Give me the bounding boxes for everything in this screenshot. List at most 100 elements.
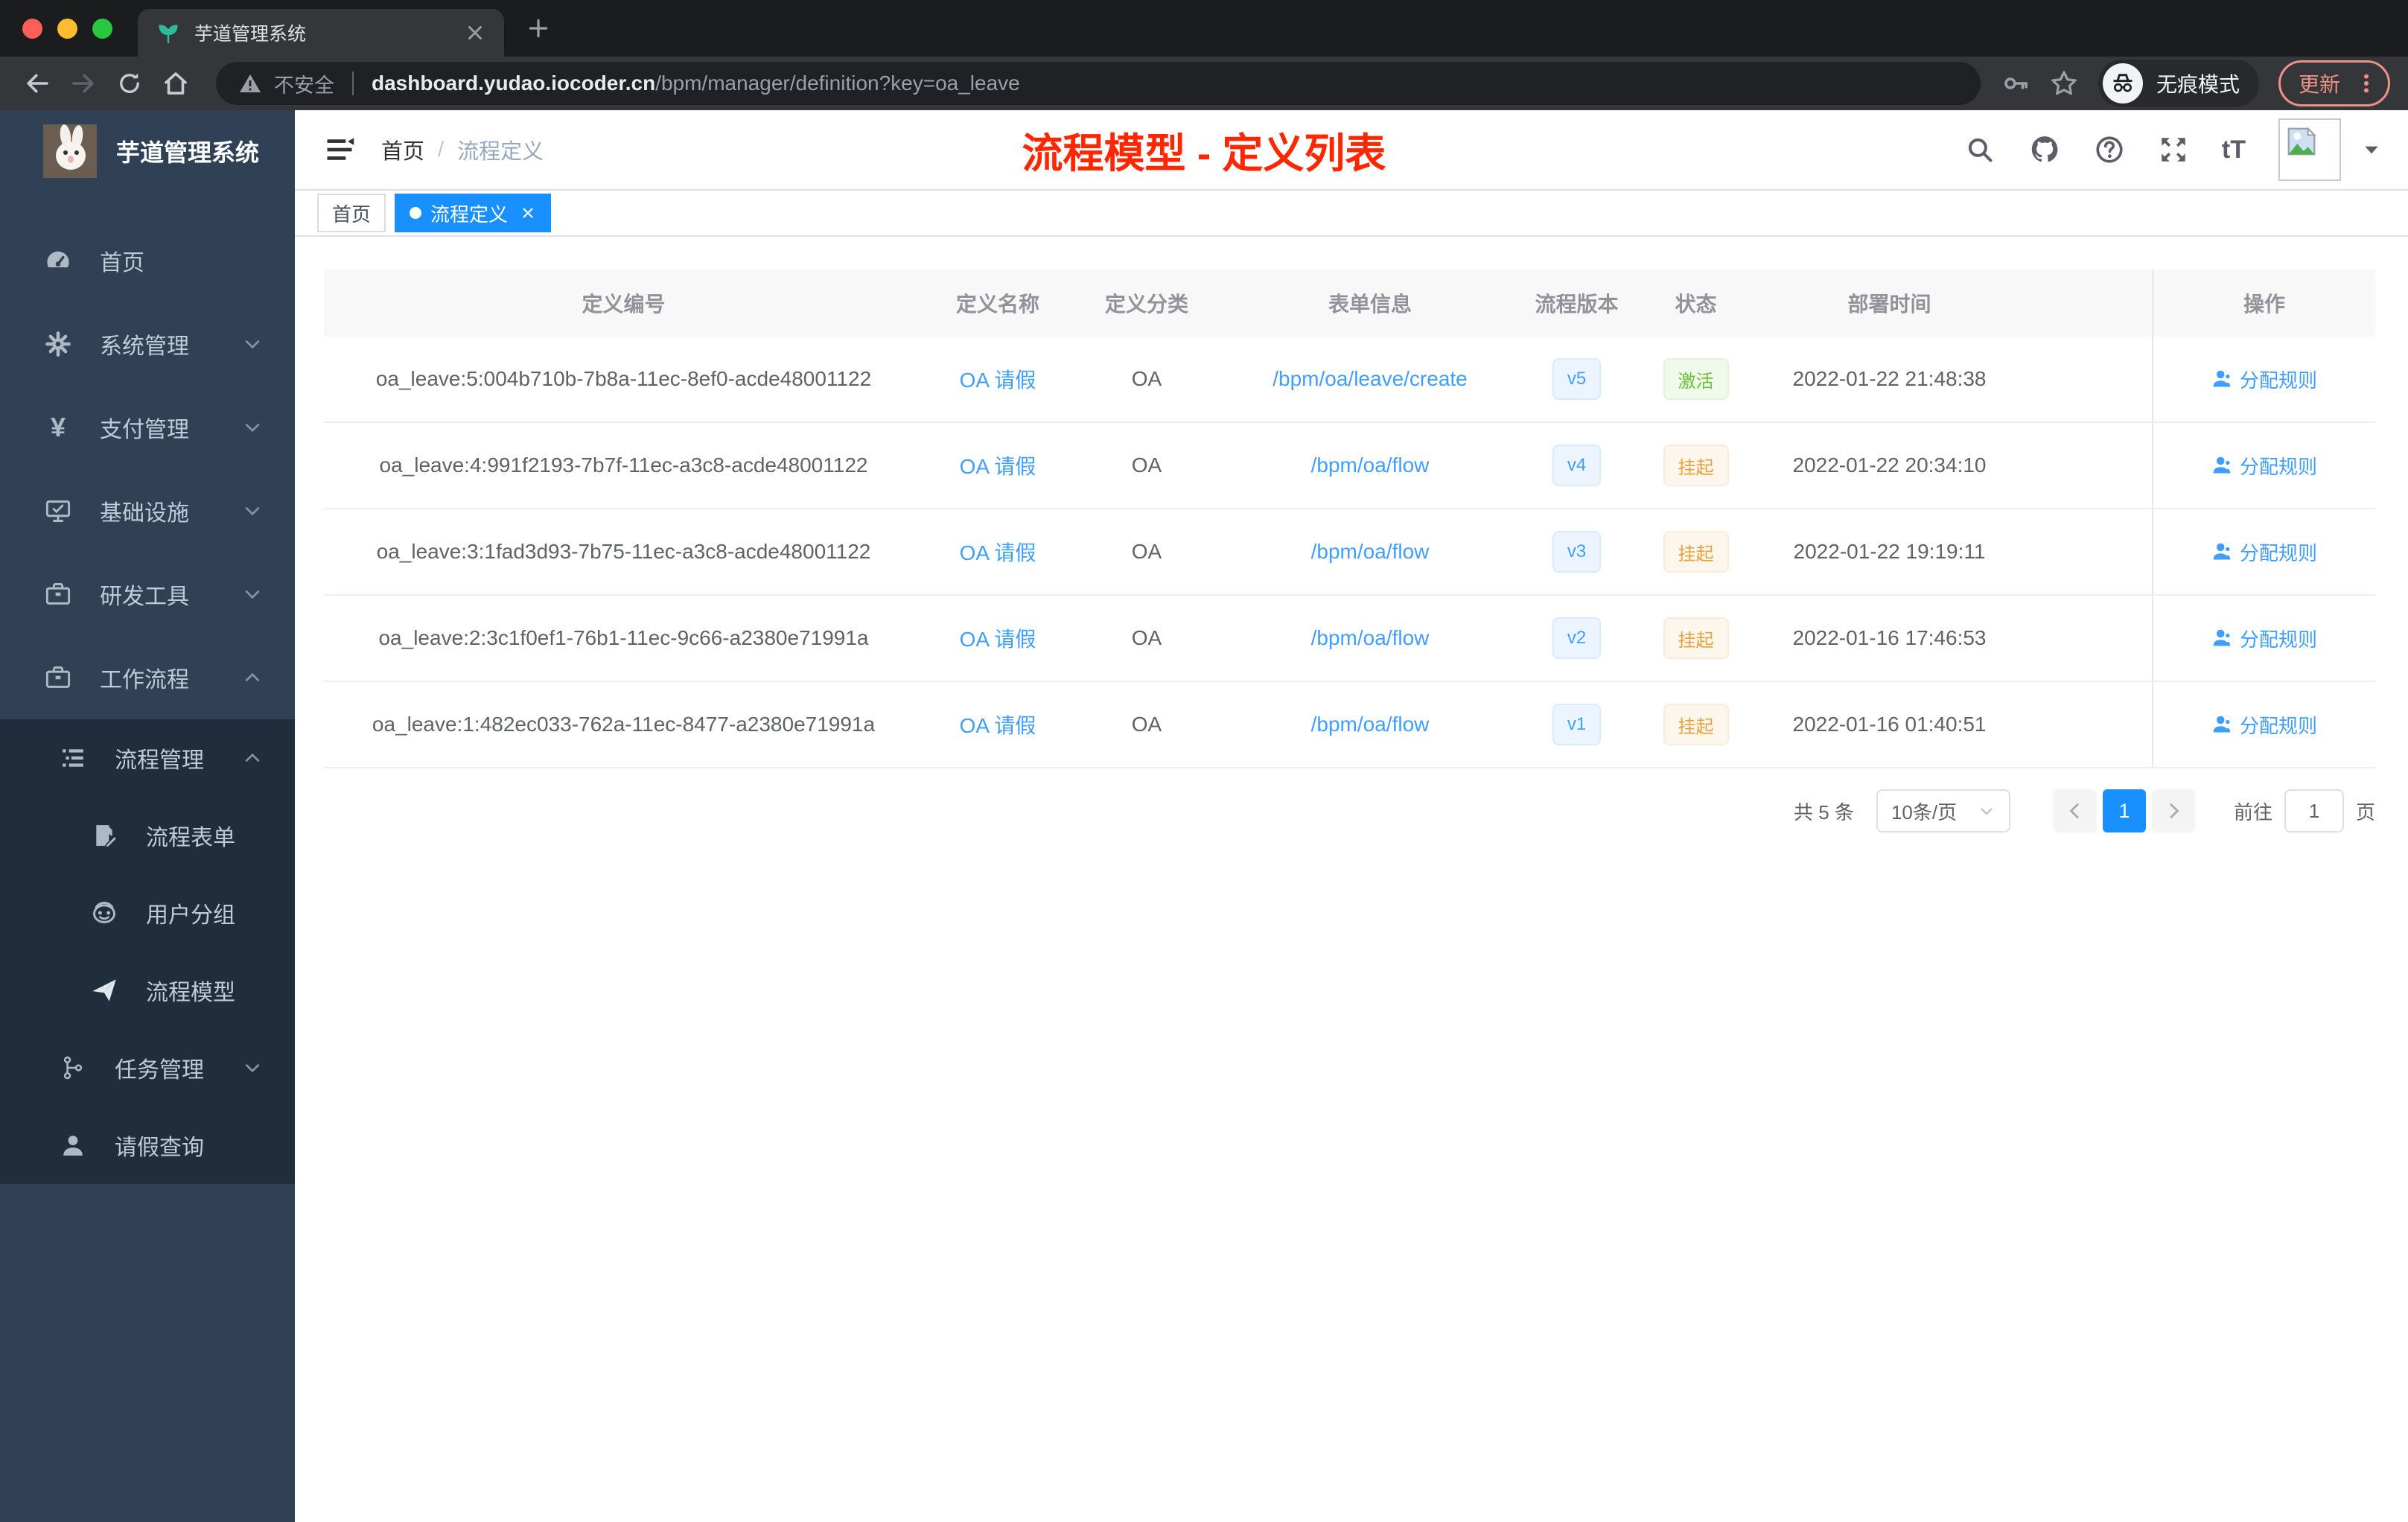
url-host: dashboard.yudao.iocoder.cn — [372, 71, 656, 95]
definition-name-cell: OA 请假 — [923, 337, 1072, 421]
sidebar-item-payment[interactable]: ¥ 支付管理 — [0, 386, 295, 469]
bookmark-star-icon[interactable] — [2049, 69, 2079, 98]
security-warning-icon[interactable] — [238, 71, 262, 95]
tag-home[interactable]: 首页 — [317, 194, 386, 232]
spacer-cell — [2022, 682, 2152, 767]
form-info-cell: /bpm/oa/flow — [1221, 682, 1519, 767]
navbar: 首页 / 流程定义 流程模型 - 定义列表 tT — [295, 110, 2408, 189]
form-info-link[interactable]: /bpm/oa/flow — [1311, 713, 1430, 736]
tag-process-definition[interactable]: 流程定义 — [395, 194, 552, 232]
url-path: /bpm/manager/definition?key=oa_leave — [655, 71, 1020, 95]
goto-page-input[interactable]: 1 — [2284, 789, 2344, 832]
github-icon[interactable] — [2028, 133, 2061, 166]
form-info-link[interactable]: /bpm/oa/flow — [1311, 540, 1430, 564]
assign-rule-button[interactable]: 分配规则 — [2211, 625, 2317, 652]
browser-tab[interactable]: 芋道管理系统 — [138, 9, 504, 57]
assign-rule-label: 分配规则 — [2239, 541, 2317, 564]
column-header: 定义名称 — [955, 293, 1039, 316]
reload-button[interactable] — [110, 64, 149, 103]
breadcrumb-separator: / — [438, 137, 445, 162]
sidebar-menu: 首页 系统管理 ¥ 支付管理 基础设施 研发工具 工作流程 流程管理 流程表单 … — [0, 219, 295, 1184]
sidebar-item-workflow[interactable]: 工作流程 — [0, 636, 295, 719]
sidebar-toggle-icon[interactable] — [322, 132, 357, 168]
sidebar-item-process-model[interactable]: 流程模型 — [0, 952, 295, 1029]
form-info-link[interactable]: /bpm/oa/flow — [1311, 626, 1430, 650]
next-page-button[interactable] — [2151, 789, 2195, 832]
form-info-cell: /bpm/oa/leave/create — [1221, 337, 1519, 421]
breadcrumb-home[interactable]: 首页 — [381, 134, 424, 165]
definition-name-link[interactable]: OA 请假 — [960, 623, 1036, 653]
table-row: oa_leave:4:991f2193-7b7f-11ec-a3c8-acde4… — [324, 423, 2375, 509]
assign-rule-button[interactable]: 分配规则 — [2211, 366, 2317, 393]
new-tab-button[interactable] — [520, 10, 556, 46]
caret-down-icon[interactable] — [2362, 140, 2381, 159]
sidebar-item-devtools[interactable]: 研发工具 — [0, 553, 295, 636]
table-row: oa_leave:5:004b710b-7b8a-11ec-8ef0-acde4… — [324, 337, 2375, 423]
sidebar-item-task-mgmt[interactable]: 任务管理 — [0, 1029, 295, 1107]
search-icon[interactable] — [1964, 134, 1995, 165]
tag-label: 流程定义 — [430, 203, 509, 226]
browser-chrome: 芋道管理系统 不安全 dashboard.yudao.iocoder.cn/bp… — [0, 0, 2408, 110]
total-count-label: 共 5 条 — [1794, 800, 1854, 824]
sidebar-item-home[interactable]: 首页 — [0, 219, 295, 302]
sidebar-item-label: 首页 — [100, 251, 144, 276]
close-window-button[interactable] — [22, 18, 42, 39]
help-icon[interactable] — [2094, 134, 2125, 165]
action-cell: 分配规则 — [2152, 509, 2375, 594]
sidebar-item-process-mgmt[interactable]: 流程管理 — [0, 719, 295, 797]
fullscreen-icon[interactable] — [2158, 134, 2189, 165]
deploy-time-cell: 2022-01-16 17:46:53 — [1792, 626, 1987, 649]
sidebar-item-process-form[interactable]: 流程表单 — [0, 797, 295, 874]
avatar[interactable] — [2278, 118, 2341, 181]
url-text[interactable]: dashboard.yudao.iocoder.cn/bpm/manager/d… — [372, 71, 1020, 95]
definition-name-cell: OA 请假 — [923, 423, 1072, 508]
minimize-window-button[interactable] — [57, 18, 77, 39]
goto-label: 前往 — [2233, 800, 2272, 824]
toolbar-right: 无痕模式 更新 — [2001, 60, 2390, 107]
deploy-time-cell: 2022-01-22 19:19:11 — [1793, 540, 1986, 563]
definition-name-link[interactable]: OA 请假 — [960, 537, 1036, 567]
kebab-menu-icon[interactable] — [2355, 72, 2377, 95]
spacer-cell — [2022, 596, 2152, 681]
incognito-chip[interactable]: 无痕模式 — [2098, 60, 2259, 107]
form-info-link[interactable]: /bpm/oa/flow — [1311, 453, 1430, 477]
assign-rule-button[interactable]: 分配规则 — [2211, 711, 2317, 739]
sidebar-item-system[interactable]: 系统管理 — [0, 302, 295, 386]
security-label[interactable]: 不安全 — [274, 69, 334, 98]
form-info-link[interactable]: /bpm/oa/leave/create — [1273, 367, 1468, 391]
chevron-down-icon — [243, 501, 262, 520]
definition-category-cell: OA — [1131, 713, 1162, 736]
version-cell: v3 — [1519, 509, 1634, 594]
assign-rule-button[interactable]: 分配规则 — [2211, 538, 2317, 566]
page-number-button[interactable]: 1 — [2102, 789, 2146, 832]
action-cell: 分配规则 — [2152, 596, 2375, 681]
sidebar-item-label: 用户分组 — [146, 903, 235, 928]
sidebar-item-leave-query[interactable]: 请假查询 — [0, 1107, 295, 1184]
assign-rule-button[interactable]: 分配规则 — [2211, 452, 2317, 480]
forward-button[interactable] — [64, 64, 103, 103]
back-button[interactable] — [18, 64, 57, 103]
home-button[interactable] — [156, 64, 195, 103]
definition-name-link[interactable]: OA 请假 — [960, 364, 1036, 394]
column-header: 定义分类 — [1104, 293, 1188, 316]
definition-name-link[interactable]: OA 请假 — [960, 710, 1036, 739]
tab-close-icon[interactable] — [465, 23, 485, 42]
zoom-window-button[interactable] — [92, 18, 112, 39]
definition-category-cell: OA — [1131, 453, 1162, 477]
url-bar[interactable]: 不安全 dashboard.yudao.iocoder.cn/bpm/manag… — [216, 62, 1981, 105]
sidebar-item-user-group[interactable]: 用户分组 — [0, 874, 295, 952]
font-size-icon[interactable]: tT — [2222, 136, 2246, 165]
tag-close-icon[interactable] — [520, 205, 536, 221]
definition-name-link[interactable]: OA 请假 — [960, 450, 1036, 480]
traffic-lights — [22, 0, 112, 57]
tags-view-bar: 首页 流程定义 — [295, 189, 2408, 237]
update-button[interactable]: 更新 — [2278, 60, 2390, 106]
form-info-cell: /bpm/oa/flow — [1221, 509, 1519, 594]
page-size-select[interactable]: 10条/页 — [1876, 789, 2010, 832]
version-cell: v4 — [1519, 423, 1634, 508]
page-size-value: 10条/页 — [1891, 800, 1958, 824]
password-key-icon[interactable] — [2001, 69, 2030, 98]
sidebar-item-infra[interactable]: 基础设施 — [0, 469, 295, 553]
prev-page-button[interactable] — [2053, 789, 2097, 832]
definition-name-cell: OA 请假 — [923, 596, 1072, 681]
